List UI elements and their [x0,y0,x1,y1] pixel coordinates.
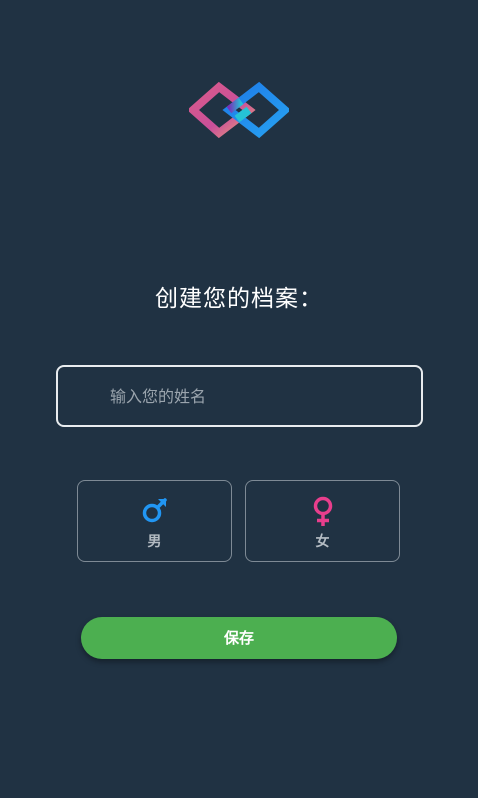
gender-male-button[interactable]: 男 [77,480,232,562]
female-icon [313,496,333,526]
name-field[interactable] [56,365,423,427]
app-logo-icon [189,81,289,139]
save-button[interactable]: 保存 [81,617,397,659]
gender-male-label: 男 [147,534,162,550]
gender-female-button[interactable]: 女 [245,480,400,562]
page-title: 创建您的档案： [155,286,323,312]
male-icon [142,498,167,523]
gender-female-label: 女 [315,534,330,550]
name-input[interactable] [110,367,400,425]
